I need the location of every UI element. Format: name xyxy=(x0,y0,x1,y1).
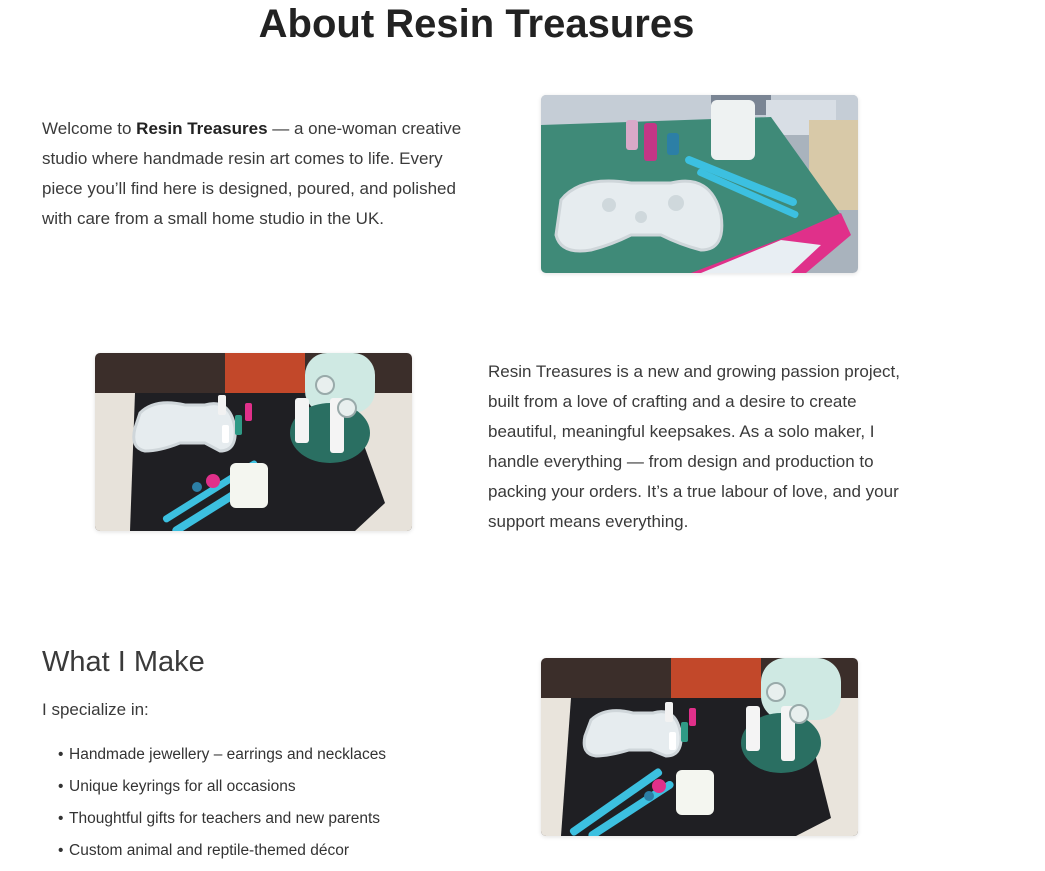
list-item: • Unique keyrings for all occasions xyxy=(58,771,386,803)
bullet-icon: • xyxy=(58,810,64,827)
what-i-make-intro: I specialize in: xyxy=(42,700,149,719)
list-item: • Thoughtful gifts for teachers and new p… xyxy=(58,803,386,835)
list-item-text: Handmade jewellery – earrings and neckla… xyxy=(69,746,387,763)
intro-prefix: Welcome to xyxy=(42,119,137,138)
list-item-text: Custom animal and reptile-themed décor xyxy=(69,842,349,859)
list-item: • Custom animal and reptile-themed décor xyxy=(58,835,386,867)
page-title: About Resin Treasures xyxy=(258,2,695,46)
list-item-text: Thoughtful gifts for teachers and new pa… xyxy=(69,810,381,827)
bullet-icon: • xyxy=(58,778,64,795)
product-list: • Handmade jewellery – earrings and neckl… xyxy=(58,739,386,867)
what-i-make-heading: What I Make xyxy=(42,646,205,678)
studio-photo-mould-green-mat xyxy=(541,95,858,273)
story-paragraph: Resin Treasures is a new and growing pas… xyxy=(488,362,900,531)
bullet-icon: • xyxy=(58,842,64,859)
list-item-text: Unique keyrings for all occasions xyxy=(69,778,296,795)
studio-photo-products-setup xyxy=(541,658,858,836)
bullet-icon: • xyxy=(58,746,64,763)
intro-brand-name: Resin Treasures xyxy=(136,119,268,138)
studio-photo-workspace-dark-mat xyxy=(95,353,412,531)
list-item: • Handmade jewellery – earrings and neckl… xyxy=(58,739,386,771)
intro-paragraph: Welcome to Resin Treasures — a one-woman… xyxy=(42,114,462,234)
